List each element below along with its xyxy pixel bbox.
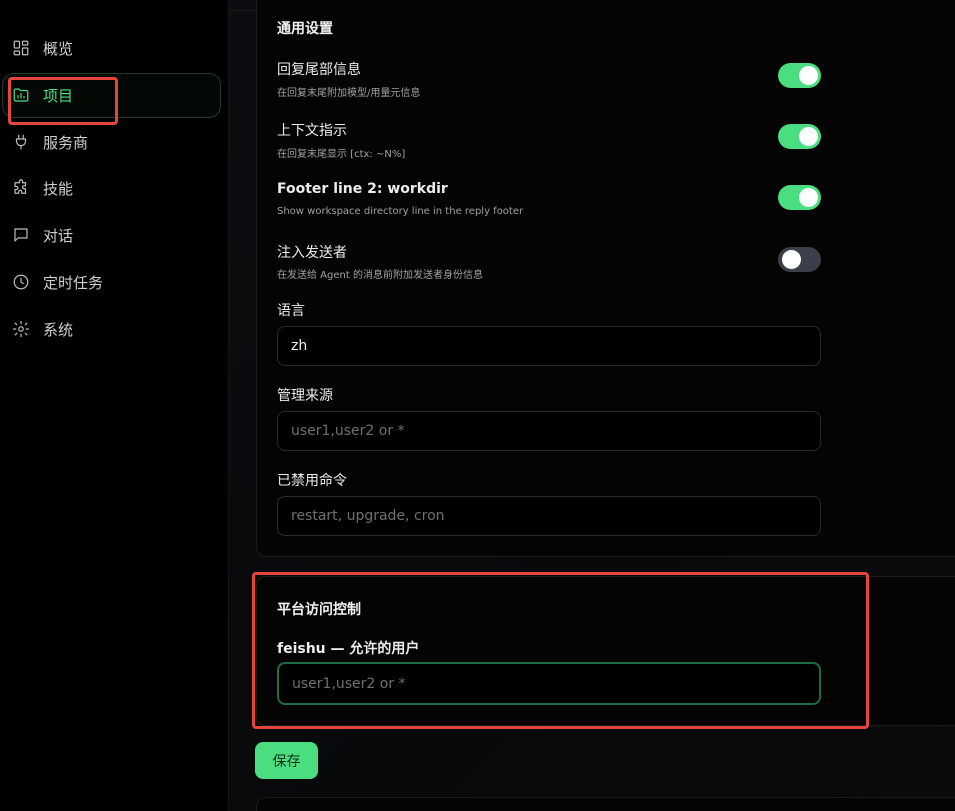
- sidebar-item-chat[interactable]: 对话: [0, 213, 229, 257]
- next-card: [256, 797, 955, 811]
- sidebar-item-projects[interactable]: 项目: [0, 73, 229, 117]
- disabled-commands-label: 已禁用命令: [277, 473, 347, 489]
- sidebar-item-scheduled-tasks[interactable]: 定时任务: [0, 260, 229, 304]
- sidebar-item-label: 项目: [43, 86, 74, 105]
- feishu-allowed-users-label: feishu — 允许的用户: [277, 641, 420, 657]
- footer-workdir-toggle[interactable]: [778, 185, 821, 210]
- sidebar-item-label: 服务商: [43, 133, 89, 152]
- toggle-knob: [799, 188, 818, 207]
- toggle-desc-inject-sender: 在发送给 Agent 的消息前附加发送者身份信息: [277, 270, 483, 281]
- toggle-title-context-indicator: 上下文指示: [277, 123, 347, 139]
- sidebar-item-label: 概览: [43, 39, 74, 58]
- toggle-title-footer-workdir: Footer line 2: workdir: [277, 181, 448, 197]
- toggle-knob: [782, 250, 801, 269]
- sidebar-item-label: 对话: [43, 226, 74, 245]
- save-button[interactable]: 保存: [255, 742, 318, 779]
- inject-sender-toggle[interactable]: [778, 247, 821, 272]
- folder-chart-icon: [12, 86, 30, 104]
- sidebar-item-system[interactable]: 系统: [0, 307, 229, 351]
- language-label: 语言: [277, 303, 305, 319]
- sidebar-item-providers[interactable]: 服务商: [0, 120, 229, 164]
- toggle-title-reply-footer: 回复尾部信息: [277, 62, 361, 78]
- language-input[interactable]: [277, 326, 821, 366]
- chat-icon: [12, 226, 30, 244]
- toggle-desc-reply-footer: 在回复末尾附加模型/用量元信息: [277, 88, 421, 99]
- admin-from-input[interactable]: [277, 411, 821, 451]
- puzzle-icon: [12, 179, 30, 197]
- plug-icon: [12, 133, 30, 151]
- toggle-knob: [799, 66, 818, 85]
- reply-footer-toggle[interactable]: [778, 63, 821, 88]
- sidebar-item-skills[interactable]: 技能: [0, 166, 229, 210]
- platform-access-title: 平台访问控制: [277, 602, 361, 618]
- sidebar-item-label: 定时任务: [43, 273, 104, 292]
- gear-icon: [12, 320, 30, 338]
- admin-from-label: 管理来源: [277, 388, 333, 404]
- disabled-commands-input[interactable]: [277, 496, 821, 536]
- feishu-allowed-users-input[interactable]: [277, 662, 821, 705]
- toggle-title-inject-sender: 注入发送者: [277, 245, 347, 261]
- sidebar-item-overview[interactable]: 概览: [0, 26, 229, 70]
- toggle-desc-context-indicator: 在回复末尾显示 [ctx: ~N%]: [277, 149, 406, 160]
- sidebar: 概览 项目 服务商 技能 对话 定时任务 系统: [0, 0, 229, 811]
- dashboard-icon: [12, 39, 30, 57]
- sidebar-item-label: 系统: [43, 320, 74, 339]
- toggle-desc-footer-workdir: Show workspace directory line in the rep…: [277, 206, 524, 217]
- context-indicator-toggle[interactable]: [778, 124, 821, 149]
- clock-icon: [12, 273, 30, 291]
- general-settings-title: 通用设置: [277, 21, 333, 37]
- toggle-knob: [799, 127, 818, 146]
- sidebar-item-label: 技能: [43, 179, 74, 198]
